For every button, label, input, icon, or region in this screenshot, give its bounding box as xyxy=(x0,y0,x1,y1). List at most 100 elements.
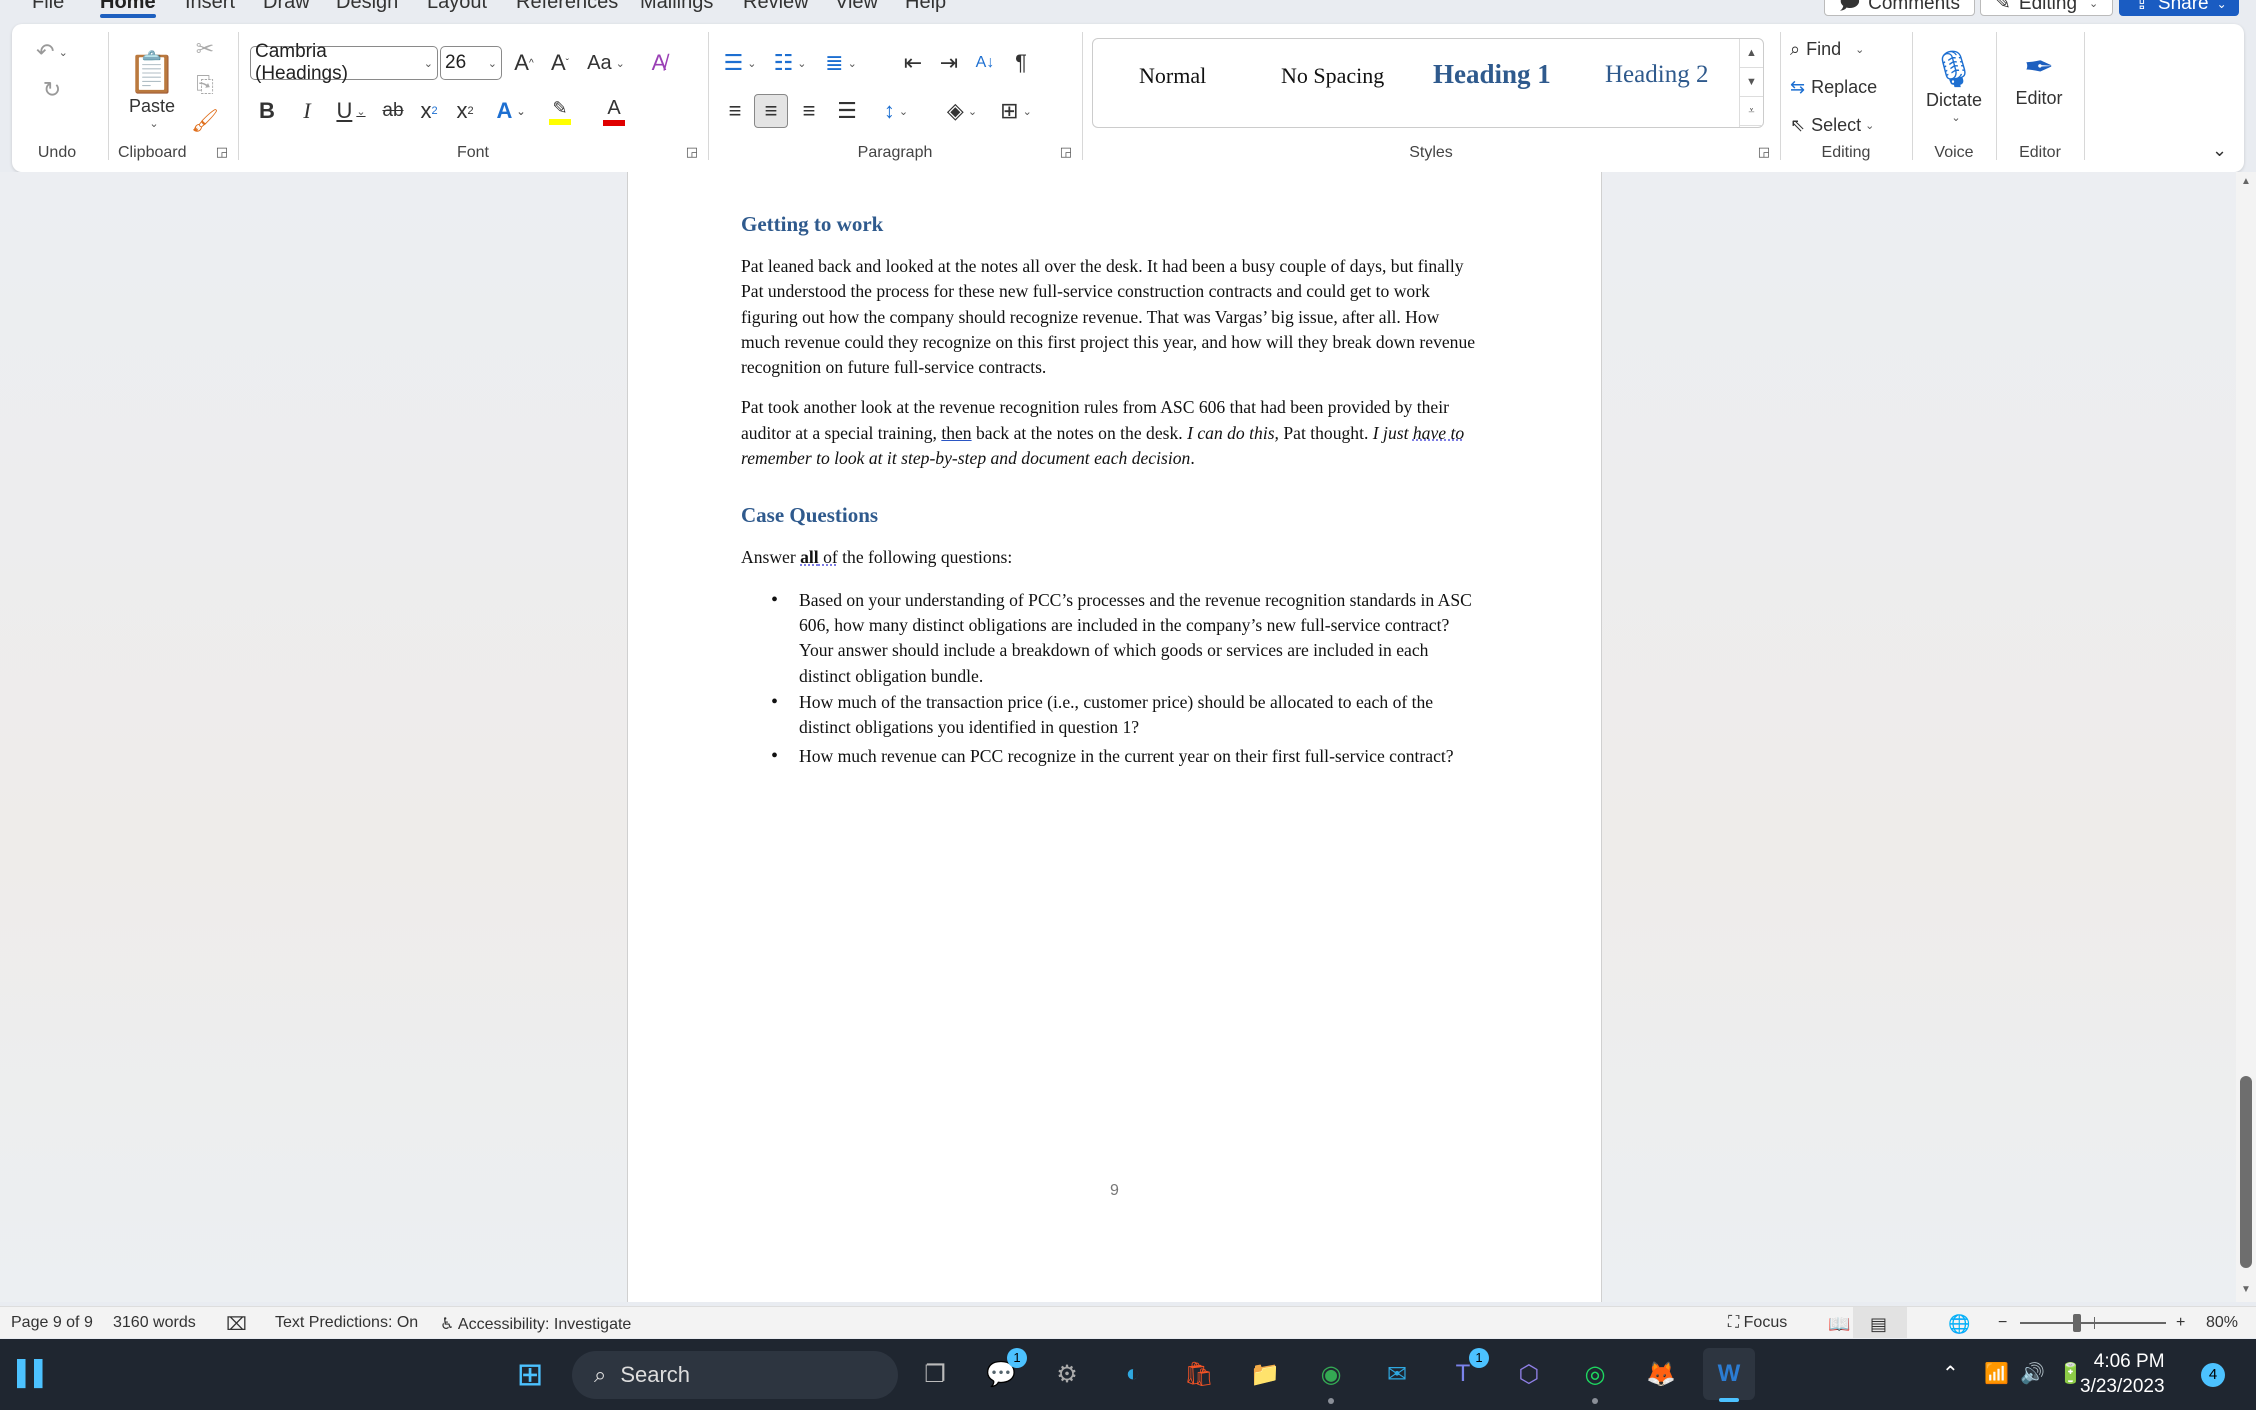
task-view-icon[interactable]: ❐ xyxy=(915,1354,955,1394)
line-spacing-button[interactable]: ↕ ⌄ xyxy=(872,94,920,128)
accessibility-status[interactable]: ♿ Accessibility: Investigate xyxy=(440,1314,631,1334)
cut-icon[interactable]: ✂ xyxy=(190,34,220,64)
focus-button[interactable]: ⛶ Focus xyxy=(1728,1314,1787,1332)
chrome-icon[interactable]: ◉ xyxy=(1311,1354,1351,1404)
bold-button[interactable]: B xyxy=(252,94,282,128)
font-name-select[interactable]: Cambria (Headings) ⌄ xyxy=(250,41,438,84)
scroll-down-icon[interactable]: ▼ xyxy=(2241,1284,2251,1295)
copy-icon[interactable]: ⎘ xyxy=(190,70,220,100)
font-color-button[interactable]: A xyxy=(592,94,636,128)
tab-mailings[interactable]: Mailings xyxy=(640,0,713,12)
strikethrough-button[interactable]: ab xyxy=(376,94,410,128)
print-layout-icon[interactable]: ▤ xyxy=(1870,1314,1887,1335)
show-hidden-icons-icon[interactable]: ⌃ xyxy=(1942,1361,1959,1386)
taskbar-search[interactable]: ⌕ Search xyxy=(572,1351,898,1399)
volume-icon[interactable]: 🔊 xyxy=(2020,1361,2045,1386)
proofing-icon[interactable]: ⌧ xyxy=(226,1314,247,1335)
decrease-indent-icon[interactable]: ⇤ xyxy=(898,46,928,80)
widgets-icon[interactable]: ▌▌ xyxy=(14,1354,54,1394)
tab-help[interactable]: Help xyxy=(905,0,946,12)
select-button[interactable]: ⇖ Select ⌄ xyxy=(1790,110,1900,140)
word-count[interactable]: 3160 words xyxy=(113,1314,196,1332)
find-button[interactable]: ⌕ Find ⌄ xyxy=(1790,34,1900,64)
justify-icon[interactable]: ☰ xyxy=(830,94,864,128)
paragraph-launcher-icon[interactable]: ◲ xyxy=(1060,144,1072,160)
undo-icon[interactable]: ↶ ⌄ xyxy=(34,34,70,70)
replace-button[interactable]: ⇆ Replace xyxy=(1790,72,1900,102)
redo-icon[interactable]: ↻ xyxy=(34,72,70,108)
teams-chat-icon[interactable]: 💬 1 xyxy=(981,1348,1027,1394)
text-predictions-status[interactable]: Text Predictions: On xyxy=(275,1314,418,1332)
align-center-icon[interactable]: ≡ xyxy=(754,94,788,128)
multilevel-list-button[interactable]: ≣ ⌄ xyxy=(818,46,864,80)
highlight-color-button[interactable]: ✎ xyxy=(538,94,582,128)
file-explorer-icon[interactable]: 📁 xyxy=(1245,1354,1285,1394)
align-left-icon[interactable]: ≡ xyxy=(718,94,752,128)
copilot-icon[interactable]: ⬡ xyxy=(1509,1354,1549,1394)
zoom-level[interactable]: 80% xyxy=(2206,1314,2238,1332)
document-page[interactable]: Getting to work Pat leaned back and look… xyxy=(627,172,1602,1302)
page-count[interactable]: Page 9 of 9 xyxy=(11,1314,93,1332)
borders-button[interactable]: ⊞ ⌄ xyxy=(992,94,1040,128)
read-mode-icon[interactable]: 📖 xyxy=(1828,1314,1850,1335)
windows-start-icon[interactable]: ⊞ xyxy=(510,1354,550,1394)
change-case-button[interactable]: Aa ⌄ xyxy=(582,46,630,80)
tab-draw[interactable]: Draw xyxy=(263,0,310,12)
settings-icon[interactable]: ⚙ xyxy=(1047,1354,1087,1394)
mail-icon[interactable]: ✉ xyxy=(1377,1354,1417,1394)
tab-view[interactable]: View xyxy=(835,0,878,12)
dictate-button[interactable]: 🎙 Dictate ⌄ xyxy=(1920,32,1988,140)
tab-layout[interactable]: Layout xyxy=(427,0,487,12)
zoom-in-icon[interactable]: + xyxy=(2176,1314,2185,1332)
tab-design[interactable]: Design xyxy=(336,0,398,12)
font-size-select[interactable]: 26 ⌄ xyxy=(440,46,502,80)
clock[interactable]: 4:06 PM 3/23/2023 xyxy=(2080,1349,2165,1399)
shrink-font-icon[interactable]: Aˇ xyxy=(544,46,576,80)
grammar-flag-then[interactable]: then xyxy=(941,423,971,443)
clipboard-launcher-icon[interactable]: ◲ xyxy=(216,144,228,160)
format-painter-icon[interactable]: 🖌 xyxy=(190,106,220,136)
web-layout-icon[interactable]: 🌐 xyxy=(1948,1314,1970,1335)
clear-formatting-icon[interactable]: A̸ xyxy=(642,46,676,80)
numbering-button[interactable]: ☷ ⌄ xyxy=(768,46,812,80)
italic-button[interactable]: I xyxy=(292,94,322,128)
tab-file[interactable]: File xyxy=(32,0,64,12)
teams-icon[interactable]: T1 xyxy=(1443,1348,1489,1394)
bullets-button[interactable]: ☰ ⌄ xyxy=(718,46,762,80)
comments-button[interactable]: 🗩 Comments xyxy=(1824,0,1975,16)
zoom-out-icon[interactable]: − xyxy=(1998,1314,2007,1332)
grammar-flag-have-to[interactable]: have to xyxy=(1413,423,1464,443)
align-right-icon[interactable]: ≡ xyxy=(792,94,826,128)
tab-references[interactable]: References xyxy=(516,0,618,12)
text-effects-button[interactable]: A ⌄ xyxy=(490,94,532,128)
styles-launcher-icon[interactable]: ◲ xyxy=(1758,144,1770,160)
wifi-icon[interactable]: 📶 xyxy=(1984,1361,2009,1386)
increase-indent-icon[interactable]: ⇥ xyxy=(934,46,964,80)
tab-review[interactable]: Review xyxy=(743,0,809,12)
editing-mode-button[interactable]: ✎ Editing ⌄ xyxy=(1980,0,2114,16)
zoom-slider-track[interactable] xyxy=(2020,1322,2166,1324)
superscript-button[interactable]: x2 xyxy=(450,94,480,128)
shading-button[interactable]: ◈ ⌄ xyxy=(938,94,986,128)
underline-button[interactable]: U ⌄ xyxy=(330,94,372,128)
font-launcher-icon[interactable]: ◲ xyxy=(686,144,698,160)
grow-font-icon[interactable]: A ^ xyxy=(508,46,540,80)
tab-home[interactable]: Home xyxy=(100,0,156,18)
share-button[interactable]: ⇪ Share ⌄ xyxy=(2119,0,2239,16)
collapse-ribbon-icon[interactable]: ⌄ xyxy=(2212,140,2227,161)
firefox-icon[interactable]: 🦊 xyxy=(1641,1354,1681,1394)
tab-insert[interactable]: Insert xyxy=(185,0,235,12)
spotify-icon[interactable]: ◎ xyxy=(1575,1354,1615,1404)
scroll-up-icon[interactable]: ▲ xyxy=(2241,176,2251,187)
grammar-flag-all-of[interactable]: all xyxy=(800,547,819,567)
zoom-slider-thumb[interactable] xyxy=(2073,1314,2081,1332)
paste-button[interactable]: 📋 Paste ⌄ xyxy=(122,34,182,144)
microsoft-store-icon[interactable]: 🛍 xyxy=(1179,1354,1219,1394)
word-taskbar-icon[interactable]: W xyxy=(1703,1348,1755,1402)
notification-badge[interactable]: 4 xyxy=(2201,1363,2225,1387)
editor-button[interactable]: ✒ Editor xyxy=(2004,32,2074,122)
subscript-button[interactable]: x2 xyxy=(414,94,444,128)
scrollbar-thumb[interactable] xyxy=(2240,1076,2252,1268)
sort-icon[interactable]: A↓ xyxy=(970,46,1000,80)
vertical-scrollbar[interactable]: ▲ ▼ xyxy=(2236,172,2256,1302)
